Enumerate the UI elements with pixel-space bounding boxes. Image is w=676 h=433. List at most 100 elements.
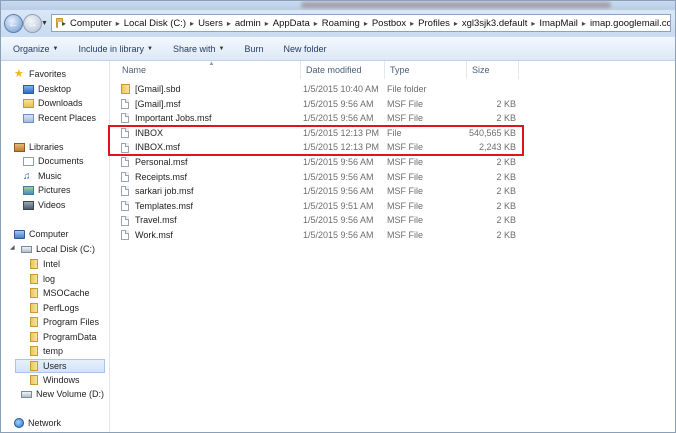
column-header-name[interactable]: ▲ Name <box>117 61 301 79</box>
file-name-cell: Travel.msf <box>121 213 177 228</box>
nav-videos[interactable]: Videos <box>23 198 65 212</box>
file-date-modified: 1/5/2015 9:56 AM <box>303 230 374 240</box>
breadcrumb-item[interactable]: Profiles <box>415 18 453 29</box>
breadcrumb-item[interactable]: AppData <box>270 18 313 29</box>
nav-folder-item[interactable]: Intel <box>30 257 60 271</box>
burn-button[interactable]: Burn <box>234 44 273 54</box>
nav-folder-item[interactable]: PerfLogs <box>30 301 79 315</box>
file-name: Work.msf <box>135 230 173 240</box>
nav-folder-label: MSOCache <box>43 288 90 298</box>
forward-button[interactable]: → <box>23 14 42 33</box>
nav-folder-item[interactable]: ProgramData <box>30 330 97 344</box>
nav-folder-label: log <box>43 273 56 284</box>
address-bar[interactable]: ▸ Computer ▸ Local Disk (C:) ▸ Users ▸ admin ▸ A… <box>51 14 671 32</box>
chevron-right-icon[interactable]: ▸ <box>363 19 369 28</box>
file-icon <box>121 171 129 182</box>
file-name: INBOX <box>135 127 164 138</box>
downloads-icon <box>23 98 34 108</box>
back-button[interactable]: ← <box>4 14 23 33</box>
breadcrumb-item[interactable]: imap.googlemail.com <box>587 18 670 29</box>
chevron-right-icon[interactable]: ▸ <box>453 19 459 28</box>
breadcrumb-item[interactable]: ImapMail <box>536 18 581 29</box>
chevron-right-icon[interactable]: ▸ <box>264 19 270 28</box>
collapse-arrow-icon[interactable]: ◢ <box>10 244 15 251</box>
chevron-right-icon[interactable]: ▸ <box>313 19 319 28</box>
breadcrumb-item[interactable]: Computer <box>67 18 115 29</box>
breadcrumb-item[interactable]: admin <box>232 18 264 29</box>
file-row[interactable]: Important Jobs.msf 1/5/2015 9:56 AM MSF Fi… <box>110 111 675 126</box>
file-row[interactable]: INBOX.msf 1/5/2015 12:13 PM MSF File 2,243 … <box>110 140 675 155</box>
pictures-icon <box>23 185 34 195</box>
file-size: 2 KB <box>496 157 516 167</box>
share-with-menu[interactable]: Share with ▼ <box>163 44 234 54</box>
nav-network[interactable]: Network <box>14 416 61 430</box>
file-row[interactable]: sarkari job.msf 1/5/2015 9:56 AM MSF File 2… <box>110 184 675 199</box>
nav-libraries[interactable]: Libraries <box>14 140 64 154</box>
file-row[interactable]: [Gmail].sbd 1/5/2015 10:40 AM File folder <box>110 82 675 97</box>
file-size: 2 KB <box>496 200 516 211</box>
file-date-modified: 1/5/2015 9:56 AM <box>303 157 374 167</box>
file-icon <box>121 157 129 168</box>
breadcrumb-item[interactable]: Postbox <box>369 18 409 29</box>
nav-local-disk[interactable]: Local Disk (C:) <box>21 242 95 256</box>
breadcrumb-item[interactable]: Roaming <box>319 18 363 29</box>
nav-computer[interactable]: Computer <box>14 227 69 241</box>
folder-icon <box>30 331 38 342</box>
file-name: Important Jobs.msf <box>135 113 212 124</box>
new-folder-button[interactable]: New folder <box>273 44 336 54</box>
navigation-pane: ★ Favorites Desktop Downloads Recent Plac… <box>1 61 110 432</box>
column-header-type[interactable]: Type <box>385 61 467 79</box>
file-row[interactable]: Templates.msf 1/5/2015 9:51 AM MSF File 2 K… <box>110 199 675 214</box>
nav-folder-item[interactable]: Users <box>15 358 105 373</box>
nav-recent-places[interactable]: Recent Places <box>23 111 96 125</box>
nav-folder-item[interactable]: Program Files <box>30 315 99 329</box>
file-name-cell: [Gmail].msf <box>121 97 181 112</box>
dropdown-arrow-icon: ▼ <box>147 45 153 52</box>
file-row[interactable]: INBOX 1/5/2015 12:13 PM File 540,565 KB <box>110 126 675 141</box>
include-in-library-menu[interactable]: Include in library ▼ <box>68 44 162 54</box>
file-type: MSF File <box>387 200 423 211</box>
chevron-right-icon[interactable]: ▸ <box>226 19 232 28</box>
navigation-row: ← → ▼ ▸ Computer ▸ Local Disk (C:) ▸ Users ▸ a… <box>1 10 675 37</box>
breadcrumb-item[interactable]: Local Disk (C:) <box>121 18 189 29</box>
chevron-right-icon[interactable]: ▸ <box>115 19 121 28</box>
history-dropdown-icon[interactable]: ▼ <box>41 20 48 28</box>
file-row[interactable]: Work.msf 1/5/2015 9:56 AM MSF File 2 KB <box>110 228 675 243</box>
nav-pictures[interactable]: Pictures <box>23 183 71 197</box>
nav-desktop[interactable]: Desktop <box>23 82 71 96</box>
file-date-modified: 1/5/2015 9:51 AM <box>303 200 374 211</box>
file-type: MSF File <box>387 98 423 109</box>
file-icon <box>121 128 129 139</box>
nav-music[interactable]: ♫ Music <box>23 169 62 183</box>
nav-documents[interactable]: Documents <box>23 154 84 168</box>
column-header-size[interactable]: Size <box>467 61 519 79</box>
file-date-modified: 1/5/2015 9:56 AM <box>303 215 374 226</box>
breadcrumb: Computer ▸ Local Disk (C:) ▸ Users ▸ admin ▸ App… <box>67 18 670 29</box>
file-name: INBOX.msf <box>135 142 181 153</box>
breadcrumb-item[interactable]: Users <box>195 18 226 29</box>
organize-menu[interactable]: Organize ▼ <box>1 44 68 54</box>
file-row[interactable]: [Gmail].msf 1/5/2015 9:56 AM MSF File 2 KB <box>110 97 675 112</box>
drive-icon <box>21 390 32 398</box>
folder-icon <box>30 360 38 371</box>
nav-folder-item[interactable]: Windows <box>30 373 80 387</box>
column-header-date-modified[interactable]: Date modified <box>301 61 385 79</box>
file-name: Personal.msf <box>135 157 188 167</box>
file-row[interactable]: Personal.msf 1/5/2015 9:56 AM MSF File 2 KB <box>110 155 675 170</box>
nav-folder-item[interactable]: log <box>30 272 55 286</box>
file-row[interactable]: Travel.msf 1/5/2015 9:56 AM MSF File 2 KB <box>110 213 675 228</box>
nav-new-volume[interactable]: New Volume (D:) <box>21 387 104 401</box>
nav-folder-item[interactable]: temp <box>30 344 63 358</box>
file-row[interactable]: Receipts.msf 1/5/2015 9:56 AM MSF File 2 KB <box>110 170 675 185</box>
file-list-pane: ▲ Name Date modified Type Size [Gmail].sb… <box>110 61 675 432</box>
nav-folder-item[interactable]: MSOCache <box>30 286 90 300</box>
file-name: Templates.msf <box>135 200 194 211</box>
nav-folder-label: Users <box>43 360 67 371</box>
file-date-modified: 1/5/2015 12:13 PM <box>303 127 380 138</box>
title-bar <box>1 1 675 10</box>
nav-downloads[interactable]: Downloads <box>23 96 83 110</box>
file-name: [Gmail].sbd <box>135 84 181 94</box>
breadcrumb-item[interactable]: xgl3sjk3.default <box>459 18 530 29</box>
nav-favorites[interactable]: ★ Favorites <box>14 67 66 81</box>
file-name-cell: INBOX.msf <box>121 140 180 155</box>
